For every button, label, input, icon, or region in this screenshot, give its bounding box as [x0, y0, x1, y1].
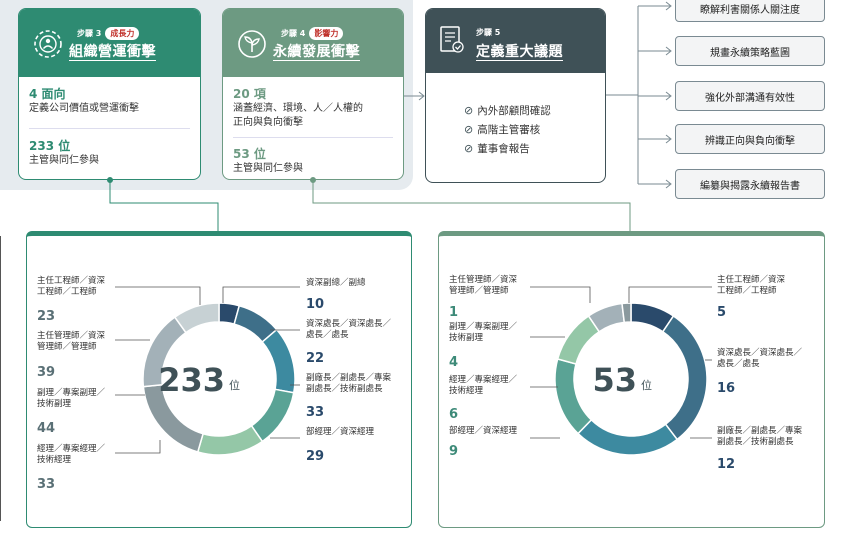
slice-value: 9 — [449, 444, 458, 459]
slice-value: 33 — [37, 477, 55, 492]
leader-line — [222, 286, 300, 303]
slice-label: 工程師／工程師 — [717, 285, 777, 296]
slice-value: 1 — [449, 305, 458, 320]
slice-label: 經理／專案經理／ — [449, 374, 518, 385]
center-total: 233 — [158, 361, 225, 399]
slice-value: 16 — [717, 381, 735, 396]
slice-value: 29 — [306, 449, 324, 464]
center-unit: 位 — [229, 378, 240, 392]
slice-label: 資深副總／副總 — [306, 277, 366, 288]
donut-slice — [621, 302, 632, 324]
slice-value: 39 — [37, 365, 55, 380]
leader-line — [530, 286, 591, 303]
slice-label: 副廠長／副處長／專案 — [717, 425, 803, 436]
slice-label: 技術經理 — [449, 385, 484, 396]
donut-slice — [554, 358, 593, 435]
slice-label: 副理／專案副理／ — [37, 387, 106, 398]
slice-label: 副廠長／副處長／專案 — [306, 372, 392, 383]
slice-label: 處長／處長 — [717, 358, 760, 369]
slice-label: 副處長／技術副處長 — [306, 383, 383, 394]
donut-slice — [196, 424, 264, 456]
donut-chart-53: 53 位主任工程師／資深工程師／工程師5資深處長／資深處長／處長／處長16副廠長／… — [449, 274, 803, 472]
slice-label: 部經理／資深經理 — [306, 426, 375, 437]
slice-value: 4 — [449, 355, 458, 370]
slice-label: 技術副理 — [37, 398, 72, 409]
slice-label: 經理／專案經理／ — [37, 443, 106, 454]
slice-value: 10 — [306, 297, 324, 312]
leader-line — [115, 440, 161, 454]
slice-value: 12 — [717, 457, 735, 472]
leader-line — [628, 286, 712, 303]
slice-label: 副理／專案副理／ — [449, 321, 518, 332]
slice-label: 技術經理 — [37, 454, 72, 465]
slice-value: 23 — [37, 309, 55, 324]
donut-slice — [577, 418, 679, 456]
slice-label: 主任管理師／資深 — [449, 274, 518, 285]
center-unit: 位 — [641, 378, 652, 392]
slice-value: 22 — [306, 351, 324, 366]
slice-label: 資深處長／資深處長／ — [306, 318, 392, 329]
donut-slice — [250, 388, 295, 443]
slice-value: 6 — [449, 407, 458, 422]
slice-value: 5 — [717, 305, 726, 320]
slice-label: 主任管理師／資深 — [37, 330, 106, 341]
slice-label: 管理師／管理師 — [449, 285, 509, 296]
materiality-process-diagram: 步驟 3 成長力 組織營運衝擊 4 面向 定義公司價值或營運衝擊 233 位 主… — [0, 0, 849, 541]
slice-label: 資深處長／資深處長／ — [717, 347, 803, 358]
slice-label: 主任工程師／資深 — [37, 275, 106, 286]
donut-slice — [261, 328, 296, 394]
slice-label: 副處長／技術副處長 — [717, 436, 794, 447]
slice-label: 技術副理 — [449, 332, 484, 343]
slice-label: 管理師／管理師 — [37, 341, 97, 352]
slice-value: 33 — [306, 405, 324, 420]
donut-chart-233: 233 位 資深副總／副總 10 資深處長／資深處長／處長／處長 22 副廠長／副處長／專案… — [37, 275, 392, 492]
donut-slice — [661, 314, 708, 441]
slice-label: 處長／處長 — [306, 329, 349, 340]
leader-line — [115, 286, 201, 305]
slice-label: 主任工程師／資深 — [717, 274, 786, 285]
slice-label: 部經理／資深經理 — [449, 425, 518, 436]
slice-label: 工程師／工程師 — [37, 286, 97, 297]
slice-value: 44 — [37, 421, 55, 436]
donut-charts: 233 位資深副總／副總10資深處長／資深處長／處長／處長22副廠長／副處長／專案… — [37, 274, 803, 492]
center-total: 53 — [592, 361, 637, 399]
